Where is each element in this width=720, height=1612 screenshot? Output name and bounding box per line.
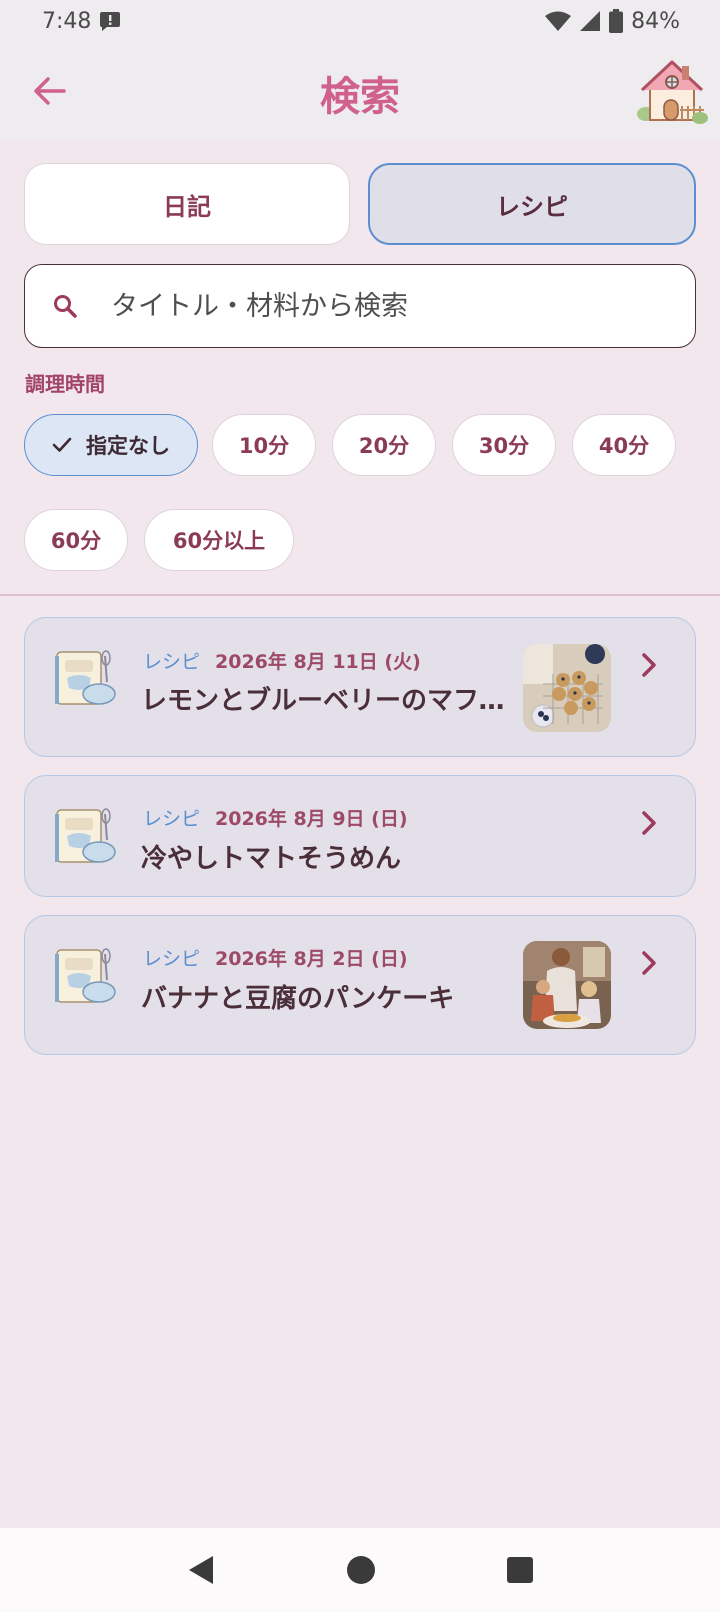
chip-label: 60分以上 xyxy=(172,529,266,553)
chip-any-time[interactable]: 指定なし xyxy=(24,414,198,476)
result-card[interactable]: レシピ 2026年 8月 11日 (火) レモンとブルーベリーのマフィン xyxy=(24,617,696,757)
chip-40min[interactable]: 40分 xyxy=(572,414,676,476)
battery-icon xyxy=(609,9,624,33)
category-tag: レシピ xyxy=(143,651,201,673)
search-box[interactable] xyxy=(24,264,696,348)
signal-icon xyxy=(580,11,601,31)
recipe-thumbnail xyxy=(523,644,611,732)
page-title: 検索 xyxy=(320,74,400,120)
chip-30min[interactable]: 30分 xyxy=(452,414,556,476)
circle-home-icon[interactable] xyxy=(346,1555,376,1585)
category-tag: レシピ xyxy=(143,808,201,830)
result-card[interactable]: レシピ 2026年 8月 9日 (日) 冷やしトマトそうめん xyxy=(24,775,696,897)
entry-date: 2026年 8月 2日 (日) xyxy=(215,948,408,970)
tab-diary[interactable]: 日記 xyxy=(24,163,350,245)
category-tag: レシピ xyxy=(143,948,201,970)
result-card[interactable]: レシピ 2026年 8月 2日 (日) バナナと豆腐のパンケーキ xyxy=(24,915,696,1055)
chip-60min-plus[interactable]: 60分以上 xyxy=(144,509,294,571)
chevron-right-icon xyxy=(642,811,656,835)
triangle-back-icon[interactable] xyxy=(186,1554,216,1586)
battery-level: 84% xyxy=(631,8,680,34)
search-icon xyxy=(54,295,77,318)
recipe-book-icon xyxy=(55,808,116,863)
recipe-book-icon xyxy=(55,650,116,705)
chevron-right-icon xyxy=(642,653,656,677)
entry-date: 2026年 8月 9日 (日) xyxy=(215,808,408,830)
app-header: 検索 xyxy=(0,42,720,140)
recipe-thumbnail xyxy=(523,941,611,1029)
house-icon xyxy=(637,60,708,124)
chip-label: 20分 xyxy=(358,434,410,458)
chip-label: 10分 xyxy=(238,434,290,458)
entry-title: バナナと豆腐のパンケーキ xyxy=(141,984,455,1014)
cooking-time-label: 調理時間 xyxy=(25,372,105,396)
chip-label: 30分 xyxy=(478,434,530,458)
chip-20min[interactable]: 20分 xyxy=(332,414,436,476)
square-recents-icon[interactable] xyxy=(506,1556,534,1584)
alert-message-icon xyxy=(100,12,121,31)
entry-title: レモンとブルーベリーのマフィン xyxy=(141,686,511,716)
wifi-icon xyxy=(545,11,572,31)
status-bar: 7:48 84% xyxy=(0,0,720,42)
recipe-book-icon xyxy=(55,948,116,1003)
chip-label: 40分 xyxy=(598,434,650,458)
chip-label: 指定なし xyxy=(86,434,170,458)
divider xyxy=(0,594,720,596)
chip-60min[interactable]: 60分 xyxy=(24,509,128,571)
chip-10min[interactable]: 10分 xyxy=(212,414,316,476)
status-time: 7:48 xyxy=(42,8,92,34)
tab-recipe[interactable]: レシピ xyxy=(368,163,696,245)
entry-title: 冷やしトマトそうめん xyxy=(141,844,402,874)
system-nav-bar xyxy=(0,1528,720,1612)
check-icon xyxy=(52,437,72,452)
search-input[interactable] xyxy=(111,290,631,322)
chevron-right-icon xyxy=(642,951,656,975)
chip-label: 60分 xyxy=(50,529,102,553)
entry-date: 2026年 8月 11日 (火) xyxy=(215,651,421,673)
home-button[interactable] xyxy=(634,56,710,126)
type-toggle: 日記 レシピ xyxy=(24,163,696,245)
